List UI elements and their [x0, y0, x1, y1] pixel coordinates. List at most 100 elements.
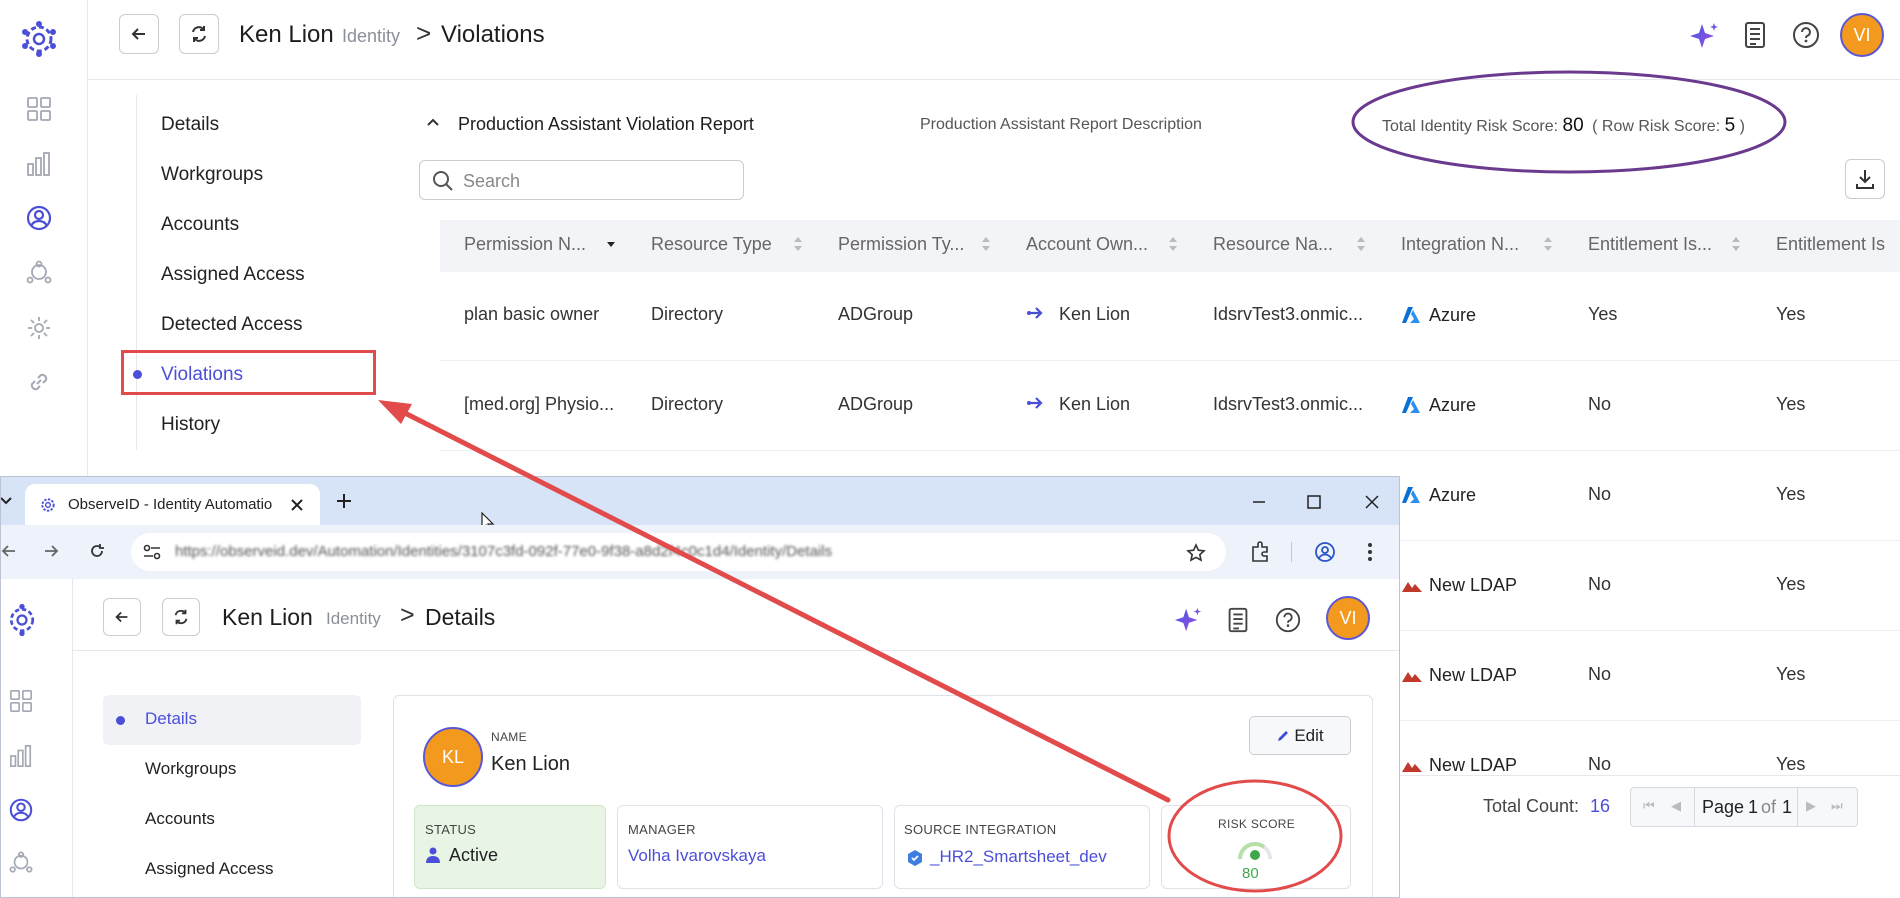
url-field[interactable]: https://observeid.dev/Automation/Identit…	[131, 533, 1226, 571]
column-header-integration-name[interactable]: Integration N...	[1401, 234, 1519, 255]
back-button[interactable]	[119, 14, 159, 54]
inner-nav-item-assigned-access[interactable]: Assigned Access	[145, 859, 274, 879]
pencil-icon	[1278, 730, 1289, 741]
prev-page-icon[interactable]: ◀	[1671, 798, 1681, 814]
column-header-entitlement-2[interactable]: Entitlement Is	[1776, 234, 1900, 255]
annotation-ellipse-risk	[1351, 70, 1787, 174]
sort-icon[interactable]	[793, 236, 803, 252]
dashboard-icon[interactable]	[9, 689, 33, 713]
sidenav-item-detected-access[interactable]: Detected Access	[161, 314, 303, 336]
profile-icon[interactable]	[1314, 541, 1336, 563]
sparkle-ai-button[interactable]	[1688, 20, 1720, 52]
cell-entitlement-1: No	[1588, 394, 1612, 414]
reports-button[interactable]	[1740, 20, 1770, 50]
tab-list-chevron-icon[interactable]	[1, 494, 13, 508]
chevron-up-icon	[427, 118, 439, 126]
inner-nav-item-workgroups[interactable]: Workgroups	[145, 759, 236, 779]
inner-nav-item-details[interactable]: Details	[145, 709, 197, 729]
active-indicator-dot	[116, 716, 125, 725]
refresh-button[interactable]	[162, 598, 200, 636]
browser-tab[interactable]: ObserveID - Identity Automatio	[25, 484, 320, 525]
search-placeholder: Search	[463, 171, 521, 191]
cell-entitlement-1: No	[1588, 754, 1612, 774]
cell-integration-name: Azure	[1429, 485, 1477, 505]
forward-nav-icon[interactable]	[43, 543, 59, 559]
next-page-icon[interactable]: ▶	[1806, 798, 1816, 814]
identity-icon[interactable]	[8, 797, 34, 823]
page-title: Violations	[441, 21, 545, 48]
azure-icon	[1402, 307, 1420, 323]
refresh-button[interactable]	[179, 14, 219, 54]
download-button[interactable]	[1845, 159, 1885, 199]
integrations-icon[interactable]	[9, 851, 33, 875]
link-icon[interactable]	[24, 367, 54, 397]
column-header-resource-name[interactable]: Resource Na...	[1213, 234, 1333, 255]
maximize-icon[interactable]	[1306, 494, 1322, 510]
sort-icon[interactable]	[1356, 236, 1366, 252]
help-icon[interactable]	[1274, 606, 1302, 634]
help-button[interactable]	[1791, 20, 1821, 50]
new-tab-icon[interactable]	[336, 493, 352, 509]
edit-button[interactable]: Edit	[1249, 716, 1351, 755]
analytics-icon[interactable]	[24, 149, 54, 179]
source-integration-link[interactable]: _HR2_Smartsheet_dev	[930, 847, 1107, 867]
cell-account-owner[interactable]: Ken Lion	[1059, 304, 1130, 325]
inner-header: Ken Lion Identity > Details VI	[73, 579, 1399, 651]
sort-icon[interactable]	[981, 236, 991, 252]
table-row[interactable]: New LDAP No Yes	[1400, 750, 1900, 774]
cell-entitlement-1: No	[1588, 664, 1612, 684]
dashboard-icon[interactable]	[24, 94, 54, 124]
analytics-icon[interactable]	[9, 744, 33, 768]
edit-label: Edit	[1294, 725, 1324, 745]
column-header-entitlement-1[interactable]: Entitlement Is...	[1588, 234, 1712, 255]
cell-integration-name: New LDAP	[1429, 665, 1518, 685]
inner-nav-item-accounts[interactable]: Accounts	[145, 809, 215, 829]
integrations-icon[interactable]	[24, 258, 54, 288]
sidenav-item-history[interactable]: History	[161, 414, 220, 436]
column-header-account-owner[interactable]: Account Own...	[1026, 234, 1148, 255]
back-nav-icon[interactable]	[1, 543, 17, 559]
breadcrumb-separator: >	[400, 601, 415, 629]
column-header-permission-name[interactable]: Permission N...	[464, 234, 586, 255]
breadcrumb-identity-name[interactable]: Ken Lion	[239, 21, 334, 49]
more-menu-icon[interactable]	[1366, 541, 1374, 563]
account-link-icon	[1027, 397, 1043, 409]
logo-icon[interactable]	[5, 603, 39, 637]
identity-icon[interactable]	[24, 203, 54, 233]
breadcrumb-identity-name[interactable]: Ken Lion	[222, 604, 313, 631]
sidenav-item-assigned-access[interactable]: Assigned Access	[161, 264, 305, 286]
sidenav-item-details[interactable]: Details	[161, 114, 219, 136]
back-button[interactable]	[103, 598, 141, 636]
last-page-icon[interactable]: ⏭	[1831, 798, 1843, 814]
name-caption: NAME	[491, 730, 527, 744]
column-header-resource-type[interactable]: Resource Type	[651, 234, 772, 255]
window-close-icon[interactable]	[1364, 494, 1380, 510]
sidenav-item-accounts[interactable]: Accounts	[161, 214, 239, 236]
document-icon[interactable]	[1224, 606, 1252, 634]
sort-desc-icon[interactable]	[606, 236, 616, 252]
tab-title: ObserveID - Identity Automatio	[68, 496, 273, 513]
cell-permission-type: ADGroup	[838, 304, 914, 324]
search-input[interactable]: Search	[419, 160, 744, 200]
bookmark-star-icon[interactable]	[1186, 543, 1206, 563]
minimize-icon[interactable]	[1251, 494, 1267, 510]
settings-icon[interactable]	[24, 313, 54, 343]
column-header-permission-type[interactable]: Permission Ty...	[838, 234, 964, 255]
collapse-report-button[interactable]	[426, 115, 440, 129]
reload-icon[interactable]	[89, 543, 105, 559]
user-avatar[interactable]: VI	[1840, 13, 1884, 57]
logo-icon[interactable]	[20, 20, 58, 58]
sparkle-icon[interactable]	[1173, 605, 1203, 635]
user-avatar[interactable]: VI	[1326, 596, 1370, 640]
sort-icon[interactable]	[1731, 236, 1741, 252]
first-page-icon[interactable]: ⏮	[1643, 798, 1655, 814]
pagination: ⏮ ◀ Page 1 of 1 ▶ ⏭	[1630, 787, 1858, 827]
cell-account-owner[interactable]: Ken Lion	[1059, 394, 1130, 415]
sidenav-item-workgroups[interactable]: Workgroups	[161, 164, 263, 186]
tab-close-icon[interactable]	[290, 498, 304, 512]
manager-link[interactable]: Volha Ivarovskaya	[628, 846, 766, 866]
extensions-icon[interactable]	[1249, 541, 1271, 563]
site-settings-icon[interactable]	[143, 544, 161, 560]
sort-icon[interactable]	[1168, 236, 1178, 252]
sort-icon[interactable]	[1543, 236, 1553, 252]
